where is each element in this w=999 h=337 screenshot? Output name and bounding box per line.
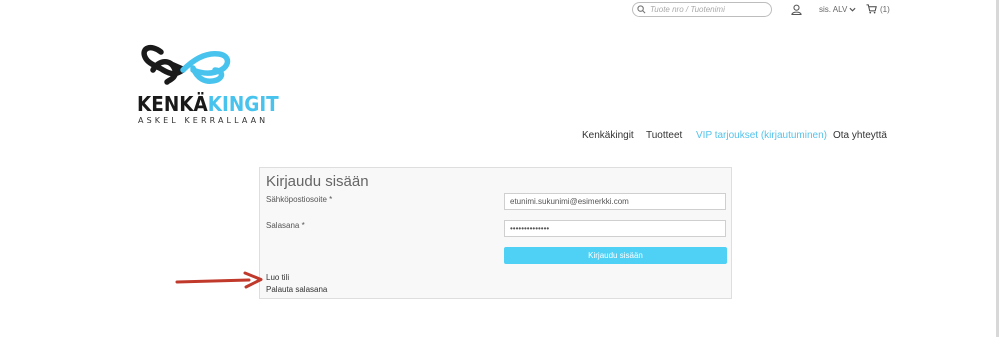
search-box[interactable] bbox=[632, 2, 772, 17]
logo-wordmark: KENKÄKINGIT bbox=[137, 94, 279, 114]
vat-select[interactable]: sis. ALV bbox=[819, 5, 856, 14]
login-title: Kirjaudu sisään bbox=[266, 173, 369, 190]
cart-icon bbox=[866, 4, 877, 14]
nav-item-vip[interactable]: VIP tarjoukset (kirjautuminen) bbox=[696, 130, 827, 141]
cart-count: (1) bbox=[880, 4, 890, 14]
logo-tagline: ASKEL KERRALLAAN bbox=[138, 116, 269, 125]
password-label: Salasana * bbox=[266, 221, 305, 230]
search-input[interactable] bbox=[646, 3, 760, 16]
search-icon bbox=[637, 5, 646, 14]
nav-item-tuotteet[interactable]: Tuotteet bbox=[646, 130, 682, 141]
email-label: Sähköpostiosoite * bbox=[266, 195, 333, 204]
email-field[interactable] bbox=[504, 193, 726, 210]
cart-button[interactable]: (1) bbox=[866, 4, 890, 14]
reset-password-link[interactable]: Palauta salasana bbox=[266, 285, 327, 294]
nav-item-kenkakingit[interactable]: Kenkäkingit bbox=[582, 130, 634, 141]
vat-label: sis. ALV bbox=[819, 5, 848, 14]
password-field[interactable] bbox=[504, 220, 726, 237]
logo-wordmark-part2: KINGIT bbox=[207, 92, 279, 116]
login-button[interactable]: Kirjaudu sisään bbox=[504, 247, 727, 264]
user-icon[interactable] bbox=[791, 4, 802, 15]
create-account-link[interactable]: Luo tili bbox=[266, 273, 289, 282]
chevron-down-icon bbox=[849, 7, 856, 12]
nav-item-ota-yhteytta[interactable]: Ota yhteyttä bbox=[833, 130, 887, 141]
annotation-arrow-icon bbox=[175, 271, 263, 289]
logo-wordmark-part1: KENKÄ bbox=[137, 92, 208, 116]
